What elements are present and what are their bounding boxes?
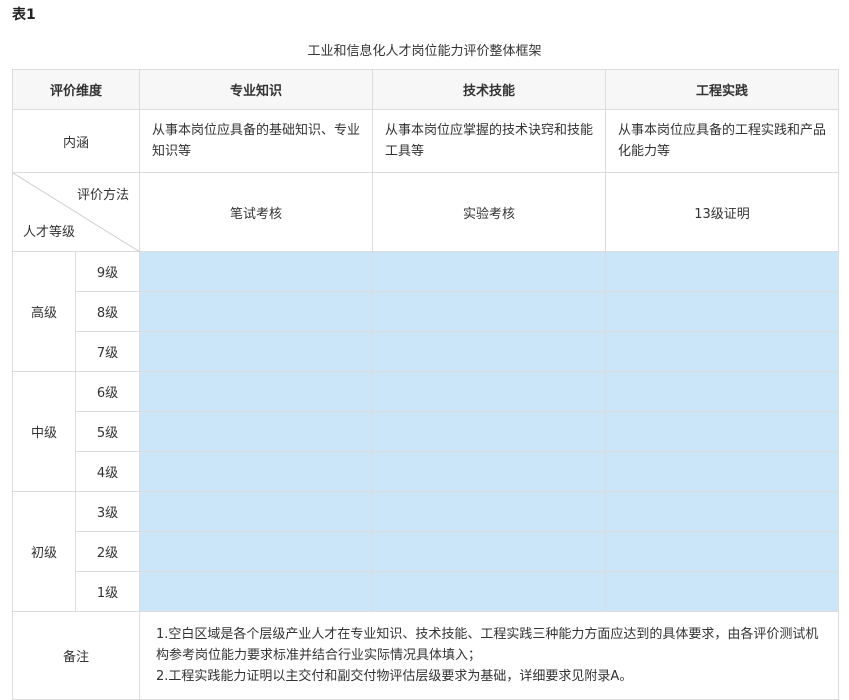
level-row: 初级 3级 [12, 491, 840, 612]
level-row: 1级 [13, 571, 840, 612]
requirement-cell [372, 331, 607, 372]
level-9: 9级 [74, 251, 141, 292]
requirement-cell [605, 291, 840, 332]
level-1: 1级 [74, 571, 141, 612]
level-5: 5级 [74, 411, 141, 452]
requirement-cell [605, 491, 840, 532]
method-knowledge: 笔试考核 [139, 172, 374, 252]
requirement-cell [605, 451, 840, 492]
requirement-cell [139, 571, 374, 612]
group-intermediate: 中级 [12, 371, 76, 492]
group-junior: 初级 [12, 491, 76, 612]
requirement-cell [372, 411, 607, 452]
requirement-cell [372, 371, 607, 412]
header-row: 评价维度 专业知识 技术技能 工程实践 [11, 69, 840, 110]
header-practice: 工程实践 [605, 69, 840, 110]
requirement-cell [372, 291, 607, 332]
level-2: 2级 [74, 531, 141, 572]
requirement-cell [605, 331, 840, 372]
header-knowledge: 专业知识 [139, 69, 374, 110]
method-skill: 实验考核 [372, 172, 607, 252]
header-skill: 技术技能 [372, 69, 607, 110]
requirement-cell [372, 451, 607, 492]
framework-table: 评价维度 专业知识 技术技能 工程实践 内涵 从事本岗位应具备的基础知识、专业知… [11, 69, 840, 700]
requirement-cell [605, 251, 840, 292]
level-3: 3级 [74, 491, 141, 532]
level-row: 高级 9级 [12, 251, 840, 372]
requirement-cell [139, 331, 374, 372]
connotation-skill: 从事本岗位应掌握的技术诀窍和技能工具等 [372, 109, 607, 173]
requirement-cell [372, 491, 607, 532]
diagonal-header-cell: 评价方法 人才等级 [11, 172, 141, 252]
level-row: 8级 [13, 291, 840, 332]
requirement-cell [139, 371, 374, 412]
connotation-row: 内涵 从事本岗位应具备的基础知识、专业知识等 从事本岗位应掌握的技术诀窍和技能工… [11, 109, 840, 173]
level-6: 6级 [74, 371, 141, 412]
requirement-cell [605, 531, 840, 572]
group-senior: 高级 [12, 251, 76, 372]
requirement-cell [372, 571, 607, 612]
connotation-label: 内涵 [11, 109, 141, 173]
requirement-cell [372, 531, 607, 572]
header-dimension: 评价维度 [11, 69, 141, 110]
requirement-cell [139, 291, 374, 332]
level-8: 8级 [74, 291, 141, 332]
requirement-cell [605, 411, 840, 452]
level-4: 4级 [74, 451, 141, 492]
method-practice: 13级证明 [605, 172, 840, 252]
table-caption: 工业和信息化人才岗位能力评价整体框架 [307, 44, 542, 59]
requirement-cell [139, 491, 374, 532]
level-row: 5级 [13, 411, 840, 452]
level-row: 4级 [13, 451, 840, 492]
requirement-cell [139, 251, 374, 292]
connotation-knowledge: 从事本岗位应具备的基础知识、专业知识等 [139, 109, 374, 173]
requirement-cell [139, 531, 374, 572]
remarks-content: 1.空白区域是各个层级产业人才在专业知识、技术技能、工程实践三种能力方面应达到的… [139, 611, 840, 700]
level-row: 2级 [13, 531, 840, 572]
diag-level-label: 人才等级 [23, 225, 76, 240]
remarks-label: 备注 [11, 611, 141, 700]
requirement-cell [372, 251, 607, 292]
remarks-row: 备注 1.空白区域是各个层级产业人才在专业知识、技术技能、工程实践三种能力方面应… [11, 611, 840, 700]
table-label: 表1 [12, 7, 36, 23]
requirement-cell [139, 411, 374, 452]
remark-line-1: 1.空白区域是各个层级产业人才在专业知识、技术技能、工程实践三种能力方面应达到的… [156, 627, 819, 663]
level-row: 7级 [13, 331, 840, 372]
connotation-practice: 从事本岗位应具备的工程实践和产品化能力等 [605, 109, 840, 173]
diag-method-label: 评价方法 [77, 188, 130, 203]
requirement-cell [139, 451, 374, 492]
level-row: 中级 6级 [12, 371, 840, 492]
level-7: 7级 [74, 331, 141, 372]
method-row: 评价方法 人才等级 笔试考核 实验考核 13级证明 [11, 172, 840, 252]
remark-line-2: 2.工程实践能力证明以主交付和副交付物评估层级要求为基础，详细要求见附录A。 [156, 669, 633, 684]
requirement-cell [605, 571, 840, 612]
requirement-cell [605, 371, 840, 412]
